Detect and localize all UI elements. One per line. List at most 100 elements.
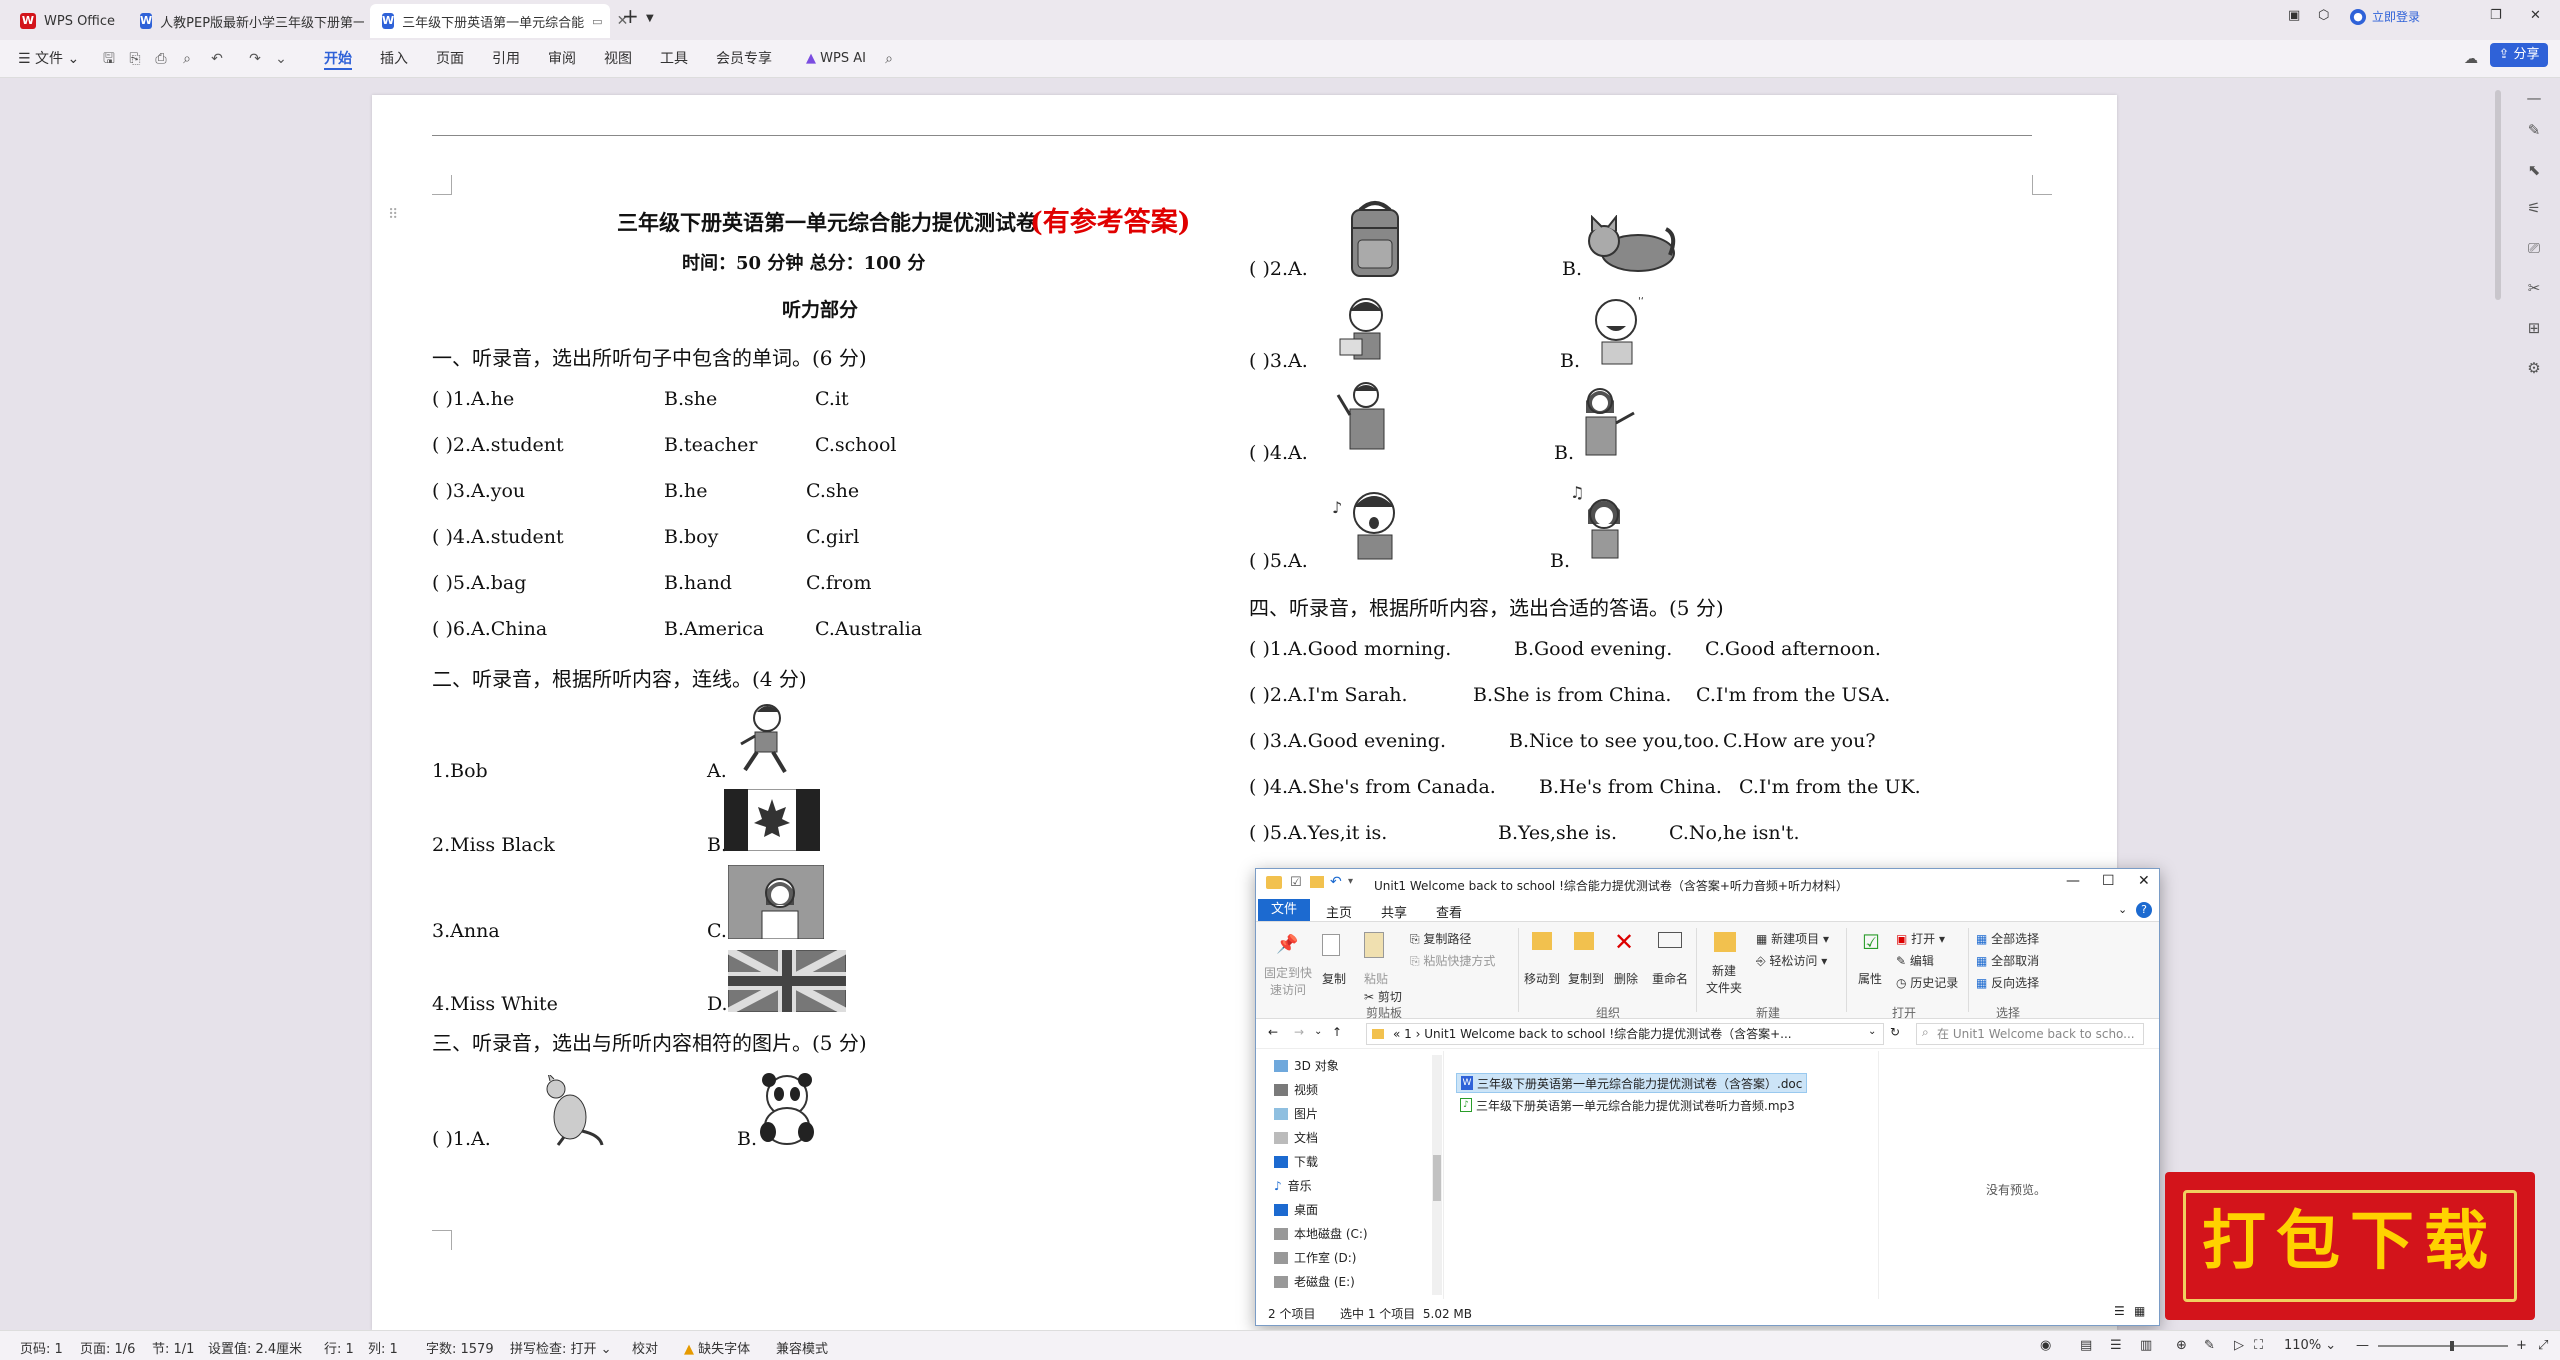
nav-item-drive-d[interactable]: 工作室 (D:)	[1274, 1249, 1356, 1266]
missing-font[interactable]: ▲ 缺失字体	[684, 1338, 750, 1357]
up-icon[interactable]: ↑	[1332, 1025, 1342, 1039]
maximize-icon[interactable]: ☐	[2102, 873, 2115, 889]
section-info[interactable]: 节: 1/1	[152, 1338, 194, 1357]
new-folder-button[interactable]: 新建 文件夹	[1706, 962, 1742, 996]
recent-chevron-icon[interactable]: ⌄	[1314, 1026, 1322, 1037]
tab-view[interactable]: 视图	[604, 48, 632, 70]
cube-icon[interactable]: ⬡	[2318, 8, 2329, 23]
share-button[interactable]: ⇪ 分享	[2490, 43, 2548, 67]
zoom-level[interactable]: 110% ⌄	[2284, 1338, 2336, 1353]
nav-scrollbar[interactable]	[1432, 1055, 1442, 1295]
refresh-icon[interactable]: ↻	[1890, 1025, 1900, 1039]
copy-path-button[interactable]: ⎘ 复制路径	[1410, 930, 1471, 947]
tab-wps-office[interactable]: W WPS Office	[8, 4, 127, 38]
undo-icon[interactable]: ↶	[208, 50, 226, 68]
close-icon[interactable]: ✕	[2138, 873, 2150, 889]
file-explorer-window[interactable]: ☑ ↶ ▾ Unit1 Welcome back to school !综合能力…	[1255, 868, 2160, 1326]
nav-item-drive-c[interactable]: 本地磁盘 (C:)	[1274, 1225, 1368, 1242]
nav-item-videos[interactable]: 视频	[1274, 1081, 1318, 1098]
new-item-button[interactable]: ▦ 新建项目 ▾	[1756, 930, 1829, 947]
file-item-mp3[interactable]: ♪ 三年级下册英语第一单元综合能力提优测试卷听力音频.mp3	[1456, 1095, 1799, 1115]
download-badge[interactable]: 打包下载	[2165, 1172, 2535, 1320]
cloud-sync-icon[interactable]: ☁	[2462, 50, 2480, 68]
tab-page[interactable]: 页面	[436, 48, 464, 70]
pin-quick-access-button[interactable]: 固定到快 速访问	[1264, 964, 1312, 998]
tab-document-2[interactable]: W 三年级下册英语第一单元综合能 ▭ ✕	[370, 4, 628, 38]
move-to-button[interactable]: 移动到	[1524, 970, 1560, 987]
nav-scrollbar-thumb[interactable]	[1433, 1155, 1441, 1201]
word-count[interactable]: 字数: 1579	[426, 1338, 494, 1357]
properties-button[interactable]: 属性	[1858, 970, 1882, 987]
tools-icon[interactable]: ✂	[2524, 278, 2544, 298]
select-none-button[interactable]: ▦ 全部取消	[1976, 952, 2039, 969]
minimize-icon[interactable]: —	[2066, 873, 2080, 889]
quick-access-chevron-icon[interactable]: ▾	[1348, 876, 1353, 887]
collapse-icon[interactable]: —	[2524, 88, 2544, 108]
tab-home[interactable]: 主页	[1326, 902, 1352, 921]
forward-icon[interactable]: →	[1294, 1025, 1304, 1039]
invert-selection-button[interactable]: ▦ 反向选择	[1976, 974, 2039, 991]
page-view-icon[interactable]: ▤	[2080, 1338, 2092, 1353]
tab-review[interactable]: 审阅	[548, 48, 576, 70]
expand-ribbon-icon[interactable]: ⌄	[2118, 903, 2127, 916]
document-scrollbar[interactable]	[2495, 90, 2501, 300]
quick-folder-icon[interactable]	[1310, 876, 1324, 888]
wps-ai-button[interactable]: ▲ WPS AI	[806, 48, 866, 70]
spell-check[interactable]: 拼写检查: 打开 ⌄	[510, 1338, 612, 1357]
web-view-icon[interactable]: ⊕	[2176, 1338, 2187, 1353]
search-input[interactable]: 在 Unit1 Welcome back to scho...	[1916, 1023, 2144, 1045]
address-dropdown-icon[interactable]: ⌄	[1868, 1026, 1876, 1037]
row-info[interactable]: 行: 1	[324, 1338, 354, 1357]
page-count[interactable]: 页面: 1/6	[80, 1338, 135, 1357]
quick-save-icon[interactable]: ☑	[1290, 875, 1302, 890]
nav-item-3d-objects[interactable]: 3D 对象	[1274, 1057, 1339, 1074]
search-icon[interactable]: ⌕	[880, 50, 898, 68]
nav-item-drive-e[interactable]: 老磁盘 (E:)	[1274, 1273, 1355, 1290]
cut-button[interactable]: ✂ 剪切	[1364, 988, 1402, 1005]
drag-handle-icon[interactable]: ⠿	[388, 207, 398, 223]
page-number[interactable]: 页码: 1	[20, 1338, 63, 1357]
save-icon[interactable]: 🖫	[100, 50, 118, 68]
adjust-icon[interactable]: ⚟	[2524, 198, 2544, 218]
column-info[interactable]: 列: 1	[368, 1338, 398, 1357]
nav-item-music[interactable]: ♪ 音乐	[1274, 1177, 1312, 1194]
print-icon[interactable]: ⎙	[152, 50, 170, 68]
select-all-button[interactable]: ▦ 全部选择	[1976, 930, 2039, 947]
nav-item-pictures[interactable]: 图片	[1274, 1105, 1318, 1122]
help-icon[interactable]: ?	[2136, 902, 2152, 918]
large-icons-view-icon[interactable]: ▦	[2134, 1304, 2145, 1318]
translate-icon[interactable]: ⎚	[2524, 238, 2544, 258]
tab-member[interactable]: 会员专享	[716, 48, 772, 70]
file-menu[interactable]: ☰ 文件 ⌄	[18, 48, 79, 70]
tab-insert[interactable]: 插入	[380, 48, 408, 70]
tab-view[interactable]: 查看	[1436, 902, 1462, 921]
copy-to-button[interactable]: 复制到	[1568, 970, 1604, 987]
window-layout-icon[interactable]: ▣	[2288, 8, 2300, 23]
tab-share[interactable]: 共享	[1381, 902, 1407, 921]
zoom-in-icon[interactable]: +	[2516, 1338, 2527, 1353]
nav-item-desktop[interactable]: 桌面	[1274, 1201, 1318, 1218]
fullscreen-icon[interactable]: ⤢	[2538, 1338, 2548, 1353]
rename-button[interactable]: 重命名	[1652, 970, 1688, 987]
tab-references[interactable]: 引用	[492, 48, 520, 70]
settings-icon[interactable]: ⚙	[2524, 358, 2544, 378]
edit-button[interactable]: ✎ 编辑	[1896, 952, 1934, 969]
reading-view-icon[interactable]: ▥	[2140, 1338, 2152, 1353]
paste-button[interactable]: 粘贴	[1364, 970, 1388, 987]
easy-access-button[interactable]: ⎆ 轻松访问 ▾	[1756, 952, 1827, 969]
outline-view-icon[interactable]: ☰	[2110, 1338, 2122, 1353]
tab-document-1[interactable]: W 人教PEP版最新小学三年级下册第一单	[128, 4, 364, 38]
write-mode-icon[interactable]: ✎	[2204, 1338, 2215, 1353]
nav-item-documents[interactable]: 文档	[1274, 1129, 1318, 1146]
zoom-slider-thumb[interactable]	[2450, 1341, 2454, 1351]
details-view-icon[interactable]: ☰	[2114, 1304, 2125, 1318]
copy-button[interactable]: 复制	[1322, 970, 1346, 987]
paste-shortcut-button[interactable]: ⎘ 粘贴快捷方式	[1410, 952, 1495, 969]
login-button[interactable]: ● 立即登录	[2350, 8, 2420, 25]
file-item-doc[interactable]: W 三年级下册英语第一单元综合能力提优测试卷（含答案）.doc	[1456, 1073, 1808, 1093]
print-preview-icon[interactable]: ⌕	[178, 50, 196, 68]
select-cursor-icon[interactable]: ⬉	[2524, 160, 2544, 180]
address-bar[interactable]: « 1 › Unit1 Welcome back to school !综合能力…	[1366, 1023, 1884, 1045]
tab-home[interactable]: 开始	[324, 48, 352, 70]
fit-width-icon[interactable]: ⛶	[2254, 1338, 2263, 1353]
